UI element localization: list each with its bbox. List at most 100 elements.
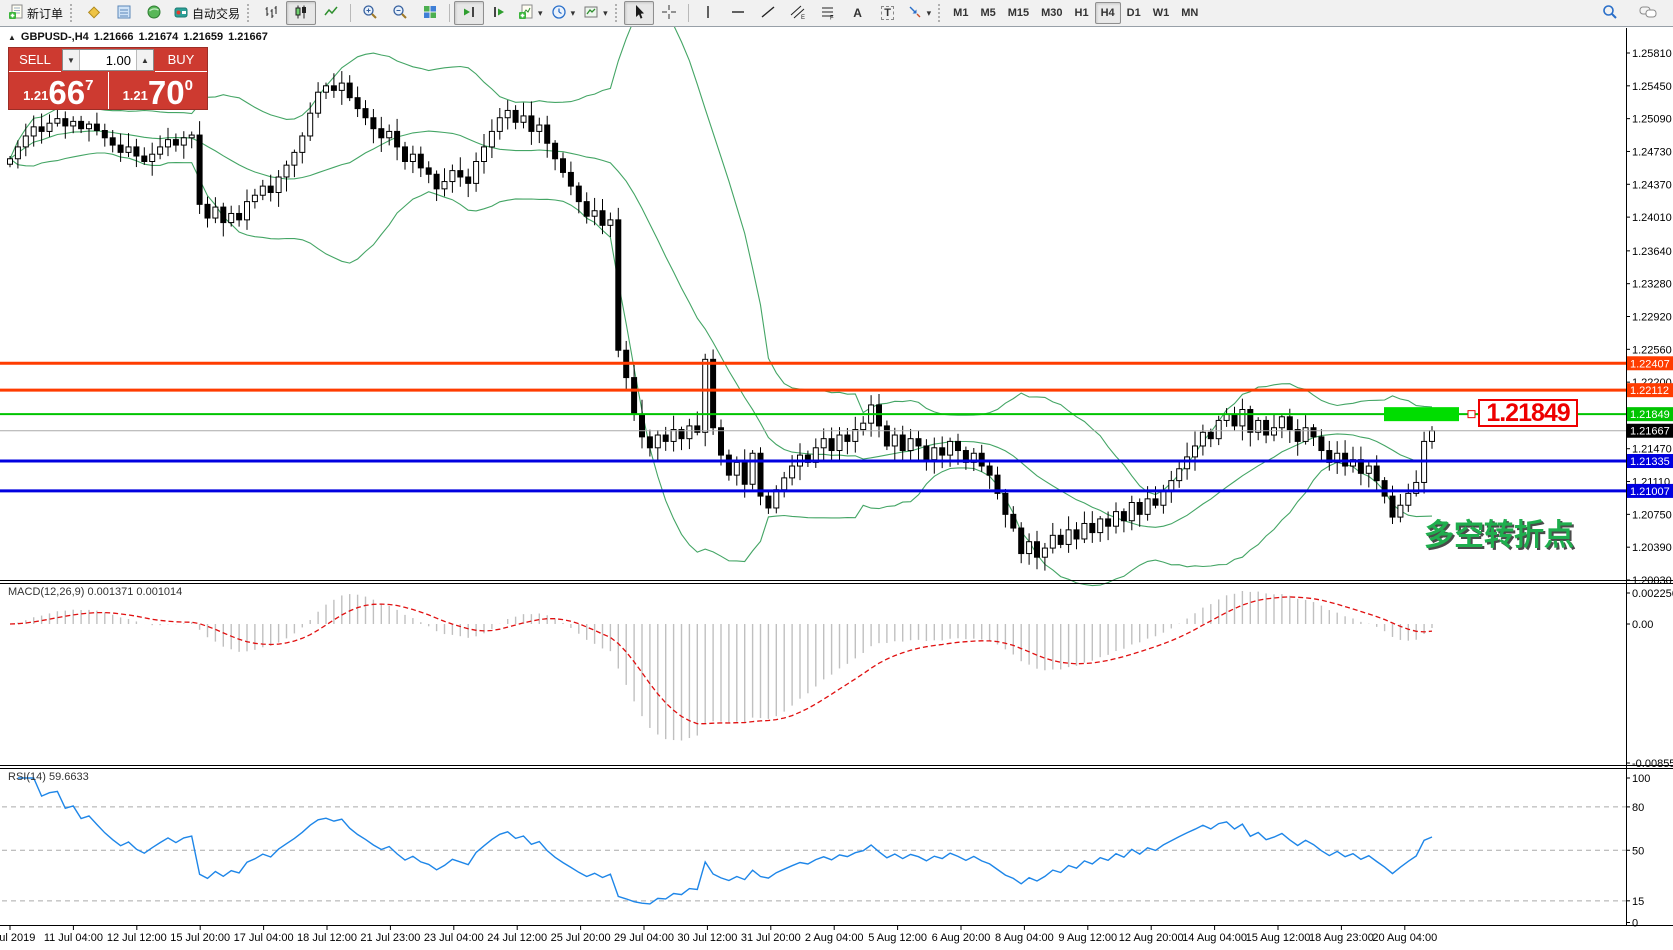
svg-text:1.21667: 1.21667 xyxy=(1630,426,1670,438)
sell-price-main: 1.21 xyxy=(23,89,48,102)
volume-input[interactable]: 1.00 xyxy=(80,50,136,70)
svg-text:F: F xyxy=(830,15,834,20)
timeframe-m15-button[interactable]: M15 xyxy=(1002,2,1035,24)
candles-series xyxy=(8,71,1435,571)
navigator-button[interactable] xyxy=(139,1,169,25)
bar-chart-button[interactable] xyxy=(256,1,286,25)
svg-text:12 Aug 20:00: 12 Aug 20:00 xyxy=(1119,932,1184,944)
svg-text:18 Aug 23:00: 18 Aug 23:00 xyxy=(1309,932,1374,944)
volume-increase-button[interactable]: ▲ xyxy=(136,50,153,70)
navigator-icon xyxy=(146,4,162,23)
time-axis: 9 Jul 201911 Jul 04:0012 Jul 12:0015 Jul… xyxy=(0,926,1437,945)
svg-text:17 Jul 04:00: 17 Jul 04:00 xyxy=(234,932,294,944)
sell-price-big: 66 xyxy=(48,78,85,107)
periods-button[interactable]: ▾ xyxy=(547,1,580,25)
zoom-in-button[interactable] xyxy=(355,1,385,25)
rsi-axis: 1008050150 xyxy=(1626,773,1650,930)
collapse-panel-arrow-icon[interactable]: ▲ xyxy=(8,33,16,42)
cursor-icon xyxy=(631,4,647,23)
svg-text:23 Jul 04:00: 23 Jul 04:00 xyxy=(424,932,484,944)
timeframe-w1-button[interactable]: W1 xyxy=(1147,2,1176,24)
search-button[interactable] xyxy=(1595,1,1625,25)
vertical-line-tool-button[interactable] xyxy=(693,1,723,25)
rsi-label: RSI(14) 59.6633 xyxy=(8,771,89,783)
svg-text:6 Aug 20:00: 6 Aug 20:00 xyxy=(932,932,991,944)
sell-button[interactable]: SELL xyxy=(9,48,61,72)
tile-windows-button[interactable] xyxy=(415,1,445,25)
timeframe-h4-button[interactable]: H4 xyxy=(1095,2,1121,24)
svg-text:E: E xyxy=(801,15,805,20)
comments-button[interactable] xyxy=(1633,1,1663,25)
volume-decrease-button[interactable]: ▼ xyxy=(63,50,80,70)
svg-text:25 Jul 20:00: 25 Jul 20:00 xyxy=(551,932,611,944)
data-window-button[interactable] xyxy=(109,1,139,25)
chevron-down-icon: ▾ xyxy=(571,8,576,19)
timeframe-h1-button[interactable]: H1 xyxy=(1069,2,1095,24)
trade-panel-price-row: 1.21667 1.21700 xyxy=(9,72,207,109)
vertical-line-icon xyxy=(700,4,716,23)
auto-trading-button[interactable]: 自动交易 xyxy=(169,1,244,25)
text-tool-button[interactable]: A xyxy=(843,1,873,25)
chart-shift-button[interactable] xyxy=(484,1,514,25)
toolbar-grip xyxy=(615,4,621,22)
chart-shift-icon xyxy=(491,4,507,23)
templates-button[interactable]: ▾ xyxy=(579,1,612,25)
auto-scroll-button[interactable] xyxy=(454,1,484,25)
svg-text:1.25450: 1.25450 xyxy=(1632,81,1672,93)
market-watch-icon xyxy=(86,4,102,23)
timeframe-m1-button[interactable]: M1 xyxy=(947,2,974,24)
channel-tool-button[interactable]: E xyxy=(783,1,813,25)
chart-ohlc-title: ▲ GBPUSD-,H4 1.21666 1.21674 1.21659 1.2… xyxy=(8,31,268,43)
svg-text:21 Jul 23:00: 21 Jul 23:00 xyxy=(360,932,420,944)
svg-text:1.20390: 1.20390 xyxy=(1632,542,1672,554)
fibonacci-tool-button[interactable]: F xyxy=(813,1,843,25)
svg-text:1.22920: 1.22920 xyxy=(1632,312,1672,324)
line-chart-button[interactable] xyxy=(316,1,346,25)
svg-text:1.21335: 1.21335 xyxy=(1630,456,1670,468)
svg-text:1.21470: 1.21470 xyxy=(1632,444,1672,456)
svg-text:0.00: 0.00 xyxy=(1632,619,1653,631)
svg-text:15: 15 xyxy=(1632,896,1644,908)
auto-scroll-icon xyxy=(461,4,477,23)
toolbar-separator xyxy=(350,4,351,22)
horizontal-line-tool-button[interactable] xyxy=(723,1,753,25)
timeframe-d1-button[interactable]: D1 xyxy=(1121,2,1147,24)
high-value: 1.21674 xyxy=(139,31,179,43)
label-tool-button[interactable]: T xyxy=(873,1,903,25)
new-order-button[interactable]: 新订单 xyxy=(4,1,67,25)
svg-text:1.25090: 1.25090 xyxy=(1632,114,1672,126)
zoom-out-icon xyxy=(392,4,408,23)
macd-axis: 0.0022560.00-0.008553 xyxy=(1626,588,1673,770)
timeframe-mn-button[interactable]: MN xyxy=(1175,2,1204,24)
svg-text:5 Aug 12:00: 5 Aug 12:00 xyxy=(868,932,927,944)
line-chart-icon xyxy=(323,4,339,23)
arrows-tool-button[interactable]: ▾ xyxy=(903,1,936,25)
zoom-out-button[interactable] xyxy=(385,1,415,25)
crosshair-icon xyxy=(661,4,677,23)
arrows-icon xyxy=(907,4,923,23)
sell-price-sup: 7 xyxy=(85,78,93,93)
svg-text:8 Aug 04:00: 8 Aug 04:00 xyxy=(995,932,1054,944)
crosshair-tool-button[interactable] xyxy=(654,1,684,25)
chevron-down-icon: ▾ xyxy=(927,8,932,19)
sell-price-button[interactable]: 1.21667 xyxy=(9,72,109,109)
svg-text:9 Jul 2019: 9 Jul 2019 xyxy=(0,932,35,944)
turning-point-annotation[interactable]: 多空转折点 xyxy=(1424,510,1574,554)
timeframe-m5-button[interactable]: M5 xyxy=(974,2,1001,24)
chevron-down-icon: ▾ xyxy=(603,8,608,19)
data-window-icon xyxy=(116,4,132,23)
buy-price-button[interactable]: 1.21700 xyxy=(109,72,208,109)
buy-price-sup: 0 xyxy=(185,78,193,93)
indicators-button[interactable]: ▾ xyxy=(514,1,547,25)
svg-text:15 Aug 12:00: 15 Aug 12:00 xyxy=(1246,932,1311,944)
trendline-tool-button[interactable] xyxy=(753,1,783,25)
price-tag-label[interactable]: 1.21849 xyxy=(1478,399,1578,427)
market-watch-button[interactable] xyxy=(79,1,109,25)
cursor-tool-button[interactable] xyxy=(624,1,654,25)
chart-canvas[interactable]: 1.258101.254501.250901.247301.243701.240… xyxy=(0,0,1673,950)
candlestick-chart-button[interactable] xyxy=(286,1,316,25)
timeframe-m30-button[interactable]: M30 xyxy=(1035,2,1068,24)
buy-button[interactable]: BUY xyxy=(155,48,207,72)
chevron-down-icon: ▾ xyxy=(538,8,543,19)
svg-text:1.22560: 1.22560 xyxy=(1632,344,1672,356)
